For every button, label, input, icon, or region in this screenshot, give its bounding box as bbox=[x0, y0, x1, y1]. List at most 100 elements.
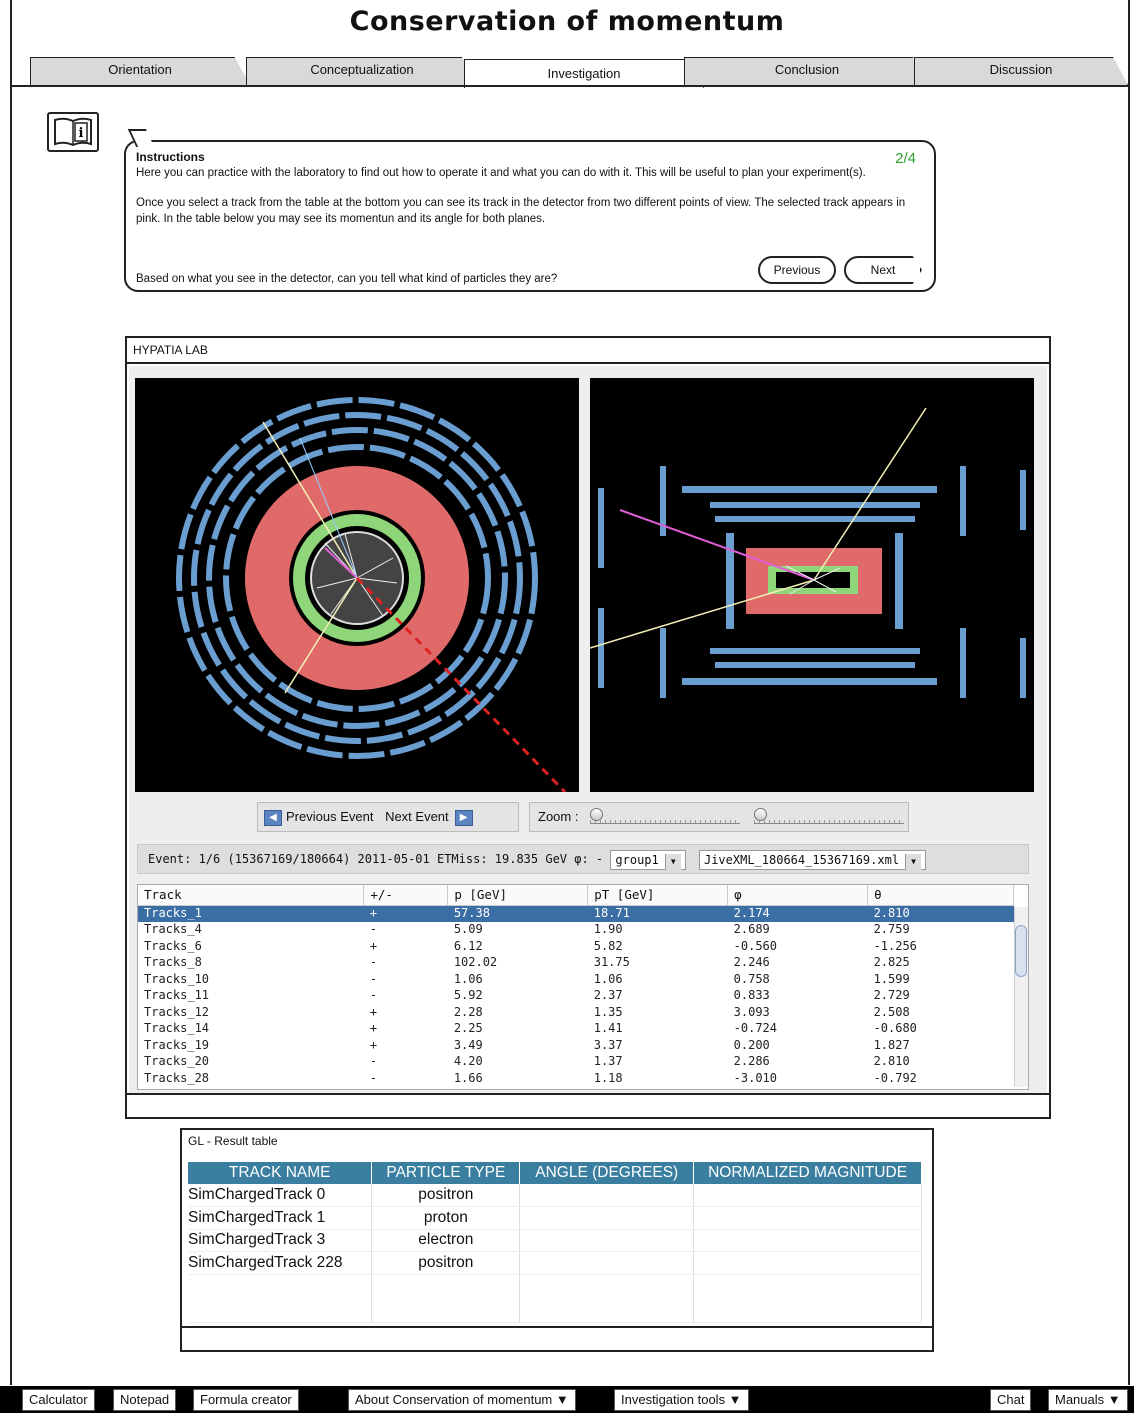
table-row[interactable]: Tracks_11 - 5.92 2.37 0.833 2.729 bbox=[138, 988, 1014, 1005]
tab-label: Investigation bbox=[547, 66, 621, 81]
zoom-control: Zoom : bbox=[529, 802, 909, 832]
instructions-heading: Instructions bbox=[136, 150, 205, 164]
table-row[interactable]: Tracks_8 - 102.02 31.75 2.246 2.825 bbox=[138, 955, 1014, 972]
table-row[interactable]: SimChargedTrack 1 proton bbox=[188, 1206, 922, 1230]
cell-pt: 1.18 bbox=[593, 1070, 623, 1085]
cell-track: Tracks_4 bbox=[144, 922, 202, 937]
table-row[interactable]: Tracks_12 +2.28 1.35 3.093 2.508 bbox=[138, 1004, 1014, 1021]
cell-particle-type[interactable]: proton bbox=[371, 1206, 521, 1230]
result-footer-divider bbox=[182, 1326, 932, 1328]
calculator-button[interactable]: Calculator bbox=[22, 1389, 95, 1411]
col-normalized-magnitude[interactable]: NORMALIZED MAGNITUDE bbox=[693, 1162, 922, 1184]
cell-charge: - bbox=[369, 1070, 378, 1085]
table-row[interactable]: SimChargedTrack 0 positron bbox=[188, 1184, 922, 1207]
cell-track: Tracks_10 bbox=[144, 971, 210, 986]
cell-charge: + bbox=[363, 905, 448, 922]
cell-charge: - bbox=[369, 955, 378, 970]
col-pt[interactable]: pT [GeV] bbox=[587, 885, 729, 906]
cell-pt: 5.82 bbox=[593, 938, 623, 953]
tracks-table: Track +/- p [GeV] pT [GeV] φ θ Tracks_1 +… bbox=[137, 884, 1029, 1090]
next-event-button[interactable]: Next Event bbox=[385, 809, 449, 824]
chat-button[interactable]: Chat bbox=[990, 1389, 1032, 1411]
table-row[interactable]: Tracks_10 - 1.06 1.06 0.758 1.599 bbox=[138, 971, 1014, 988]
cell-particle-type[interactable]: positron bbox=[371, 1251, 521, 1275]
col-theta[interactable]: θ bbox=[867, 885, 1014, 906]
result-table-title: GL - Result table bbox=[188, 1134, 278, 1148]
cell-angle[interactable] bbox=[519, 1229, 695, 1252]
result-table: TRACK NAME PARTICLE TYPE ANGLE (DEGREES)… bbox=[188, 1162, 922, 1323]
table-row[interactable]: Tracks_1 +57.38 18.71 2.174 2.810 bbox=[138, 905, 1014, 922]
col-angle[interactable]: ANGLE (DEGREES) bbox=[519, 1162, 695, 1184]
previous-event-icon[interactable]: ◀ bbox=[264, 809, 282, 826]
previous-button[interactable]: Previous bbox=[758, 256, 836, 284]
notepad-button[interactable]: Notepad bbox=[113, 1389, 177, 1411]
detector-view-rz[interactable] bbox=[589, 378, 1034, 792]
formula-creator-button[interactable]: Formula creator bbox=[193, 1389, 299, 1411]
previous-event-button[interactable]: Previous Event bbox=[286, 809, 373, 824]
tab-label: Discussion bbox=[989, 62, 1053, 77]
tab-conclusion[interactable]: Conclusion bbox=[684, 57, 930, 85]
tracks-scrollbar[interactable] bbox=[1014, 907, 1028, 1087]
cell-pt: 18.71 bbox=[587, 905, 728, 922]
tab-orientation[interactable]: Orientation bbox=[30, 57, 250, 85]
table-row[interactable]: SimChargedTrack 3 electron bbox=[188, 1229, 922, 1252]
event-info-text: Event: 1/6 (15367169/180664) 2011-05-01 … bbox=[148, 852, 604, 866]
tab-investigation[interactable]: Investigation bbox=[464, 59, 704, 88]
next-button[interactable]: Next bbox=[844, 256, 922, 284]
cell-particle-type[interactable]: electron bbox=[371, 1229, 521, 1252]
tab-label: Conceptualization bbox=[310, 62, 414, 77]
cell-angle[interactable] bbox=[519, 1184, 695, 1207]
cell-particle-type[interactable]: positron bbox=[371, 1184, 521, 1207]
zoom-slider-2[interactable] bbox=[754, 808, 904, 824]
about-menu-button[interactable]: About Conservation of momentum ▼ bbox=[348, 1389, 576, 1411]
cell-p: 5.09 bbox=[453, 922, 483, 937]
tab-label: Conclusion bbox=[774, 62, 840, 77]
zoom-slider-1[interactable] bbox=[590, 808, 740, 824]
cell-angle[interactable] bbox=[519, 1206, 695, 1230]
col-p[interactable]: p [GeV] bbox=[447, 885, 589, 906]
instructions-text-1: Here you can practice with the laborator… bbox=[136, 167, 866, 179]
tab-conceptualization[interactable]: Conceptualization bbox=[246, 57, 478, 85]
col-phi[interactable]: φ bbox=[727, 885, 869, 906]
detector-view-xy[interactable] bbox=[135, 378, 579, 794]
cell-magnitude[interactable] bbox=[693, 1229, 922, 1252]
cell-phi: 3.093 bbox=[733, 1004, 770, 1019]
cell-angle[interactable] bbox=[519, 1251, 695, 1275]
col-track[interactable]: Track bbox=[138, 885, 365, 906]
scrollbar-thumb[interactable] bbox=[1015, 925, 1027, 977]
col-charge[interactable]: +/- bbox=[363, 885, 449, 906]
next-event-icon[interactable]: ▶ bbox=[454, 809, 473, 826]
col-particle-type[interactable]: PARTICLE TYPE bbox=[371, 1162, 521, 1184]
table-row[interactable]: Tracks_4 - 5.09 1.90 2.689 2.759 bbox=[138, 922, 1014, 939]
table-row[interactable]: Tracks_28 - 1.66 1.18 -3.010 -0.792 bbox=[138, 1070, 1014, 1087]
cell-phi: -3.010 bbox=[733, 1070, 777, 1085]
table-row[interactable]: SimChargedTrack 228 positron bbox=[188, 1251, 922, 1275]
instructions-text-2: Once you select a track from the table a… bbox=[136, 197, 906, 225]
cell-pt: 1.90 bbox=[593, 922, 623, 937]
cell-charge: + bbox=[369, 938, 378, 953]
cell-magnitude[interactable] bbox=[693, 1184, 922, 1207]
cell-track-name: SimChargedTrack 1 bbox=[188, 1206, 373, 1230]
manuals-menu-button[interactable]: Manuals ▼ bbox=[1048, 1389, 1128, 1411]
cell-magnitude[interactable] bbox=[693, 1251, 922, 1275]
tab-discussion[interactable]: Discussion bbox=[914, 57, 1128, 85]
zoom-slider-2-knob[interactable] bbox=[754, 808, 767, 821]
cell-track-name: SimChargedTrack 3 bbox=[188, 1229, 373, 1252]
table-row[interactable]: Tracks_6 +6.12 5.82 -0.560 -1.256 bbox=[138, 938, 1014, 955]
file-select[interactable]: JiveXML_180664_15367169.xml ▼ bbox=[698, 849, 927, 870]
zoom-slider-1-knob[interactable] bbox=[590, 808, 603, 821]
group-select[interactable]: group1 ▼ bbox=[610, 849, 686, 870]
table-row[interactable]: Tracks_20 - 4.20 1.37 2.286 2.810 bbox=[138, 1054, 1014, 1071]
bottom-toolbar: Calculator Notepad Formula creator About… bbox=[0, 1386, 1134, 1413]
table-row[interactable]: Tracks_14 +2.25 1.41 -0.724 -0.680 bbox=[138, 1021, 1014, 1038]
table-row[interactable]: Tracks_19 +3.49 3.37 0.200 1.827 bbox=[138, 1037, 1014, 1054]
cell-track: Tracks_11 bbox=[144, 988, 210, 1003]
cell-pt: 3.37 bbox=[593, 1037, 623, 1052]
cell-pt: 31.75 bbox=[593, 955, 630, 970]
zoom-label: Zoom : bbox=[538, 809, 579, 824]
col-track-name[interactable]: TRACK NAME bbox=[188, 1162, 373, 1184]
cell-magnitude[interactable] bbox=[693, 1206, 922, 1230]
info-book-icon[interactable]: i bbox=[47, 112, 99, 152]
cell-pt: 1.06 bbox=[593, 971, 623, 986]
investigation-tools-menu-button[interactable]: Investigation tools ▼ bbox=[614, 1389, 749, 1411]
